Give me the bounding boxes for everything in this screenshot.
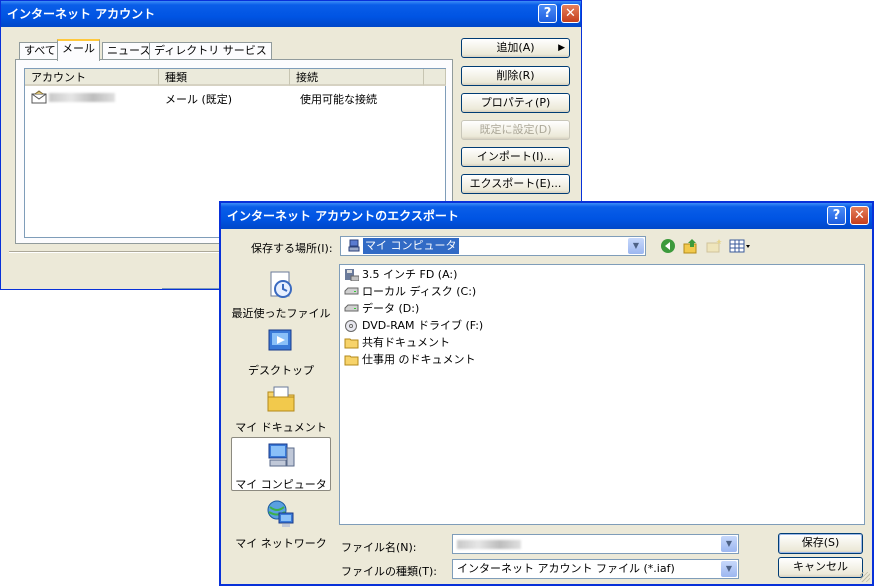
local-disk-label: ローカル ディスク (C:)	[362, 285, 477, 298]
column-header-connection[interactable]: 接続	[290, 69, 424, 86]
filename-input[interactable]: ▼	[452, 534, 739, 554]
places-desktop[interactable]: デスクトップ	[231, 326, 331, 378]
hard-disk-icon	[344, 286, 359, 298]
places-my-documents[interactable]: マイ ドキュメント	[231, 383, 331, 435]
export-close-button[interactable]: ✕	[850, 206, 869, 225]
account-type-cell: メール (既定)	[165, 93, 233, 106]
chevron-down-icon[interactable]: ▼	[721, 561, 737, 577]
bottom-button-edge	[162, 288, 222, 289]
export-button[interactable]: エクスポート(E)...	[461, 174, 570, 194]
new-folder-icon[interactable]	[706, 238, 722, 254]
tab-all[interactable]: すべて	[19, 42, 61, 60]
places-my-network-label: マイ ネットワーク	[235, 537, 327, 550]
list-item-floppy[interactable]: 3.5 インチ FD (A:)	[344, 267, 457, 283]
list-item-work-documents[interactable]: 仕事用 のドキュメント	[344, 352, 476, 368]
save-in-value: マイ コンピュータ	[363, 238, 459, 254]
table-row[interactable]: メール (既定) 使用可能な接続	[25, 89, 445, 107]
file-list[interactable]: 3.5 インチ FD (A:) ローカル ディスク (C:) データ (D:) …	[339, 264, 865, 525]
save-button[interactable]: 保存(S)	[778, 533, 863, 554]
back-icon[interactable]	[660, 238, 676, 254]
hard-disk-icon	[344, 303, 359, 315]
close-button[interactable]: ✕	[561, 4, 580, 23]
submenu-arrow-icon: ▶	[558, 43, 565, 53]
places-bar: 最近使ったファイル デスクトップ マイ ドキュメント マイ コンピュータ マイ …	[229, 263, 333, 551]
my-documents-icon	[265, 383, 297, 415]
save-in-label: 保存する場所(I):	[251, 242, 333, 255]
export-help-button[interactable]: ?	[827, 206, 846, 225]
help-button[interactable]: ?	[538, 4, 557, 23]
desktop-icon	[265, 326, 297, 358]
cancel-button[interactable]: キャンセル	[778, 557, 863, 578]
places-my-network[interactable]: マイ ネットワーク	[231, 499, 331, 551]
data-drive-label: データ (D:)	[362, 302, 420, 315]
places-my-computer-label: マイ コンピュータ	[235, 478, 327, 491]
export-dialog: インターネット アカウントのエクスポート ? ✕ 保存する場所(I): マイ コ…	[219, 201, 874, 586]
mail-account-icon	[31, 90, 47, 104]
up-folder-icon[interactable]	[683, 238, 699, 254]
filetype-label: ファイルの種類(T):	[341, 565, 438, 578]
dvd-ram-label: DVD-RAM ドライブ (F:)	[362, 319, 484, 332]
chevron-down-icon[interactable]: ▼	[721, 536, 737, 552]
save-in-dropdown[interactable]: マイ コンピュータ ▼	[340, 236, 646, 256]
places-recent[interactable]: 最近使ったファイル	[231, 269, 331, 321]
my-computer-icon	[265, 440, 297, 472]
work-documents-label: 仕事用 のドキュメント	[362, 353, 476, 366]
blurred-account-name	[49, 93, 115, 102]
resize-grip[interactable]	[860, 572, 870, 582]
tab-mail[interactable]: メール	[57, 39, 100, 61]
export-dialog-title: インターネット アカウントのエクスポート	[227, 209, 459, 223]
account-connection-cell: 使用可能な接続	[300, 93, 377, 106]
blurred-filename	[457, 540, 521, 549]
tab-directory-service[interactable]: ディレクトリ サービス	[149, 42, 272, 60]
floppy-drive-icon	[344, 269, 360, 282]
places-desktop-label: デスクトップ	[248, 364, 314, 377]
chevron-down-icon[interactable]: ▼	[628, 238, 644, 254]
list-item-shared-documents[interactable]: 共有ドキュメント	[344, 335, 450, 351]
my-network-icon	[265, 499, 297, 531]
filetype-dropdown[interactable]: インターネット アカウント ファイル (*.iaf) ▼	[452, 559, 739, 579]
list-item-data-drive[interactable]: データ (D:)	[344, 301, 419, 317]
filename-label: ファイル名(N):	[341, 541, 417, 554]
view-menu-icon[interactable]	[729, 238, 751, 254]
shared-documents-label: 共有ドキュメント	[362, 336, 450, 349]
folder-icon	[344, 337, 359, 349]
set-default-button[interactable]: 既定に設定(D)	[461, 120, 570, 140]
remove-button[interactable]: 削除(R)	[461, 66, 570, 86]
export-title-bar[interactable]: インターネット アカウントのエクスポート ? ✕	[221, 203, 872, 229]
properties-button[interactable]: プロパティ(P)	[461, 93, 570, 113]
add-button[interactable]: 追加(A) ▶	[461, 38, 570, 58]
accounts-window-title: インターネット アカウント	[7, 7, 156, 21]
my-computer-small-icon	[347, 239, 361, 253]
places-my-computer[interactable]: マイ コンピュータ	[231, 437, 331, 491]
places-recent-label: 最近使ったファイル	[231, 307, 331, 320]
list-item-local-disk[interactable]: ローカル ディスク (C:)	[344, 284, 476, 300]
column-header-type[interactable]: 種類	[159, 69, 290, 86]
column-header-account[interactable]: アカウント	[25, 69, 159, 86]
recent-documents-icon	[265, 269, 297, 301]
folder-icon	[344, 354, 359, 366]
list-item-dvd-ram[interactable]: DVD-RAM ドライブ (F:)	[344, 318, 483, 334]
accounts-title-bar[interactable]: インターネット アカウント ? ✕	[1, 1, 581, 27]
add-button-label: 追加(A)	[496, 41, 535, 54]
dvd-drive-icon	[344, 320, 359, 332]
floppy-drive-label: 3.5 インチ FD (A:)	[362, 268, 458, 281]
places-my-documents-label: マイ ドキュメント	[235, 421, 327, 434]
import-button[interactable]: インポート(I)...	[461, 147, 570, 167]
column-header-filler	[424, 69, 446, 86]
tab-news[interactable]: ニュース	[102, 42, 156, 60]
filetype-value: インターネット アカウント ファイル (*.iaf)	[457, 562, 675, 575]
